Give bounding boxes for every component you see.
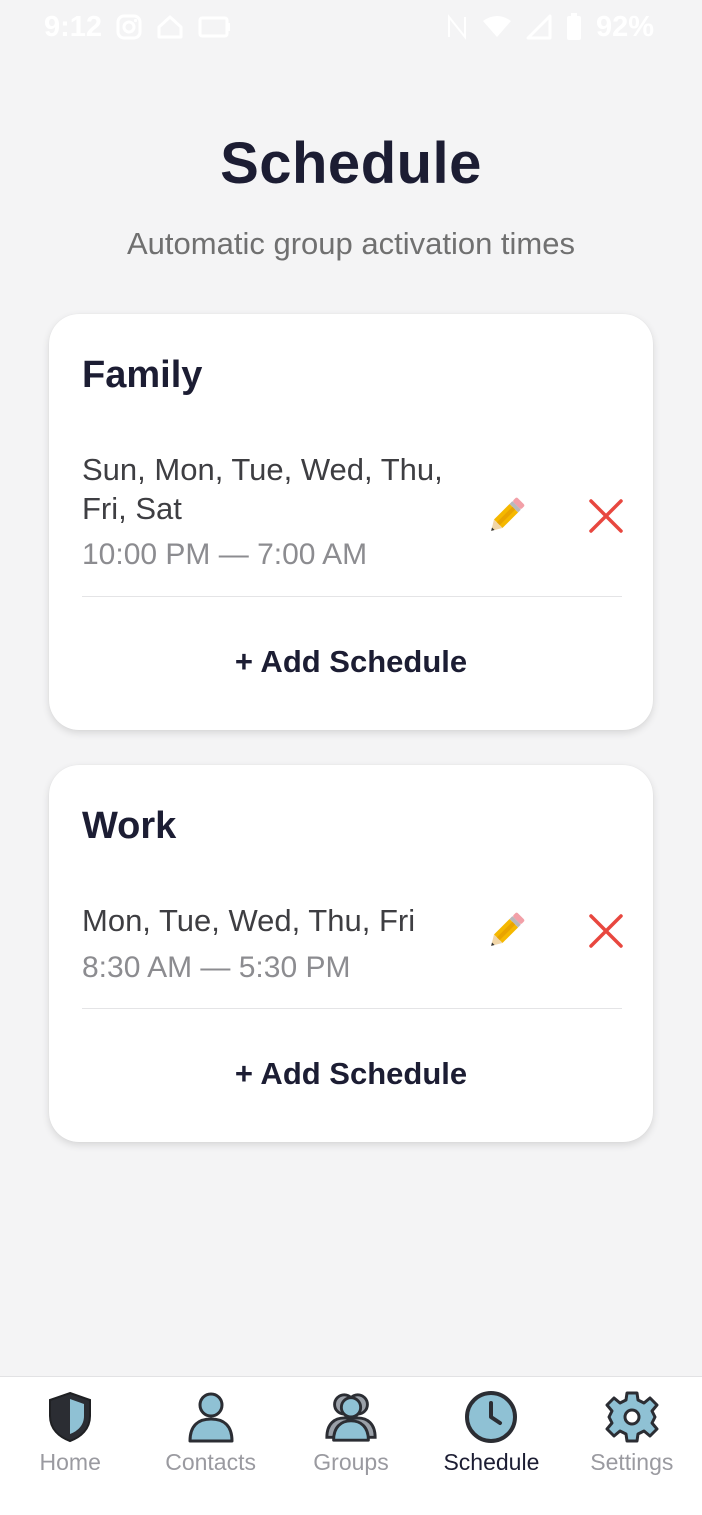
nav-item-groups[interactable]: Groups [281,1377,421,1515]
bottom-nav: Home Contacts Groups Schedule Settings [0,1376,702,1515]
group-name: Work [82,805,177,847]
battery-percent: 92% [595,10,654,43]
clock-icon [463,1389,519,1445]
nav-label: Home [39,1449,101,1475]
battery-icon [566,13,582,41]
schedule-item: Mon, Tue, Wed, Thu, Fri 8:30 AM — 5:30 P… [82,901,623,1009]
instagram-icon [116,14,142,40]
home-icon [156,14,184,40]
person-icon [183,1389,239,1445]
nav-label: Groups [313,1449,389,1475]
nav-label: Contacts [165,1449,256,1475]
page-subtitle: Automatic group activation times [127,226,575,261]
status-bar: 9:12 92% [0,0,702,54]
close-icon[interactable] [584,909,628,953]
divider [82,1008,622,1009]
group-name: Family [82,354,203,396]
close-icon[interactable] [584,494,628,538]
schedule-times: 10:00 PM — 7:00 AM [82,538,368,571]
nfc-icon [446,14,468,40]
nav-label: Settings [590,1449,674,1475]
page-title: Schedule [220,131,482,196]
nav-item-home[interactable]: Home [0,1377,140,1515]
schedule-screen: 9:12 92% Schedule Automatic group activa… [0,0,702,1515]
card-icon [198,15,232,39]
nav-item-contacts[interactable]: Contacts [140,1377,280,1515]
pencil-icon[interactable] [480,905,532,957]
status-time: 9:12 [44,10,103,43]
status-left: 9:12 [44,11,232,44]
nav-item-settings[interactable]: Settings [562,1377,702,1515]
schedule-days: Sun, Mon, Tue, Wed, Thu, Fri, Sat [82,452,443,526]
group-card-work: Work Mon, Tue, Wed, Thu, Fri 8:30 AM — 5… [49,765,653,1142]
gear-icon [604,1389,660,1445]
schedule-times: 8:30 AM — 5:30 PM [82,951,351,984]
nav-item-schedule[interactable]: Schedule [421,1377,561,1515]
status-right: 92% [446,11,654,44]
pencil-icon[interactable] [480,490,532,542]
schedule-item: Sun, Mon, Tue, Wed, Thu, Fri, Sat 10:00 … [82,450,623,596]
add-schedule-button[interactable]: + Add Schedule [49,644,653,680]
wifi-icon [482,15,512,39]
nav-label: Schedule [443,1449,540,1475]
group-icon [323,1389,379,1445]
divider [82,596,622,597]
shield-icon [42,1389,98,1445]
group-card-family: Family Sun, Mon, Tue, Wed, Thu, Fri, Sat… [49,314,653,730]
signal-icon [526,14,552,40]
schedule-days: Mon, Tue, Wed, Thu, Fri [82,903,416,938]
add-schedule-button[interactable]: + Add Schedule [49,1056,653,1092]
